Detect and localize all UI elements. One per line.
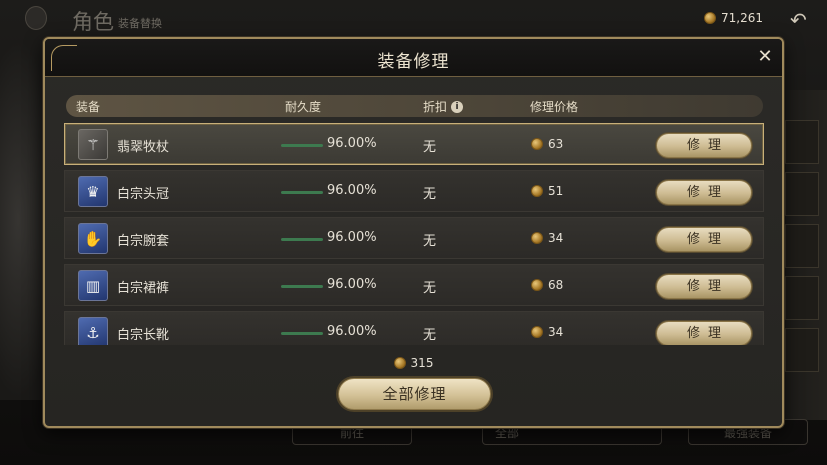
- close-icon[interactable]: ✕: [754, 46, 776, 68]
- equipment-slot: [785, 276, 819, 320]
- boots-icon: ⚓: [78, 317, 108, 345]
- repair-button[interactable]: 修理: [656, 227, 752, 252]
- repair-price: 34: [531, 325, 563, 339]
- discount-value: 无: [423, 187, 437, 202]
- discount-value: 无: [423, 234, 437, 249]
- durability-bar: [281, 332, 323, 335]
- repair-button[interactable]: 修理: [656, 321, 752, 345]
- item-name: 白宗长靴: [117, 328, 170, 343]
- list-item[interactable]: ▥ 白宗裙裤 96.00% 无 68 修理: [64, 264, 764, 306]
- price-value: 34: [548, 325, 564, 339]
- coin-icon: [531, 138, 543, 150]
- list-item[interactable]: ♛ 白宗头冠 96.00% 无 51 修理: [64, 170, 764, 212]
- item-name: 白宗裙裤: [117, 281, 170, 296]
- durability-bar: [281, 238, 323, 241]
- price-value: 68: [548, 278, 564, 292]
- crown-icon: ♛: [78, 176, 108, 207]
- coin-icon: [531, 326, 543, 338]
- page-subtitle: 装备替换: [118, 17, 162, 30]
- equipment-list[interactable]: ⚚ 翡翠牧杖 96.00% 无 63 修理 ♛ 白宗头冠 96.00% 无 51…: [64, 123, 764, 345]
- bracer-icon: ✋: [78, 223, 108, 254]
- equipment-slot: [785, 120, 819, 164]
- item-name: 白宗头冠: [117, 187, 170, 202]
- durability-value: 96.00%: [327, 230, 377, 245]
- repair-price: 68: [531, 278, 563, 292]
- coin-icon: [393, 357, 406, 369]
- price-value: 51: [548, 184, 564, 198]
- coin-icon: [531, 279, 543, 291]
- dialog-title: 装备修理: [377, 52, 450, 72]
- durability-value: 96.00%: [327, 277, 377, 292]
- repair-price: 34: [531, 231, 563, 245]
- durability-bar: [281, 191, 323, 194]
- list-item[interactable]: ✋ 白宗腕套 96.00% 无 34 修理: [64, 217, 764, 259]
- repair-all-button[interactable]: 全部修理: [338, 378, 491, 410]
- repair-button[interactable]: 修理: [656, 274, 752, 299]
- gold-display: 71,261: [704, 11, 763, 25]
- info-icon[interactable]: i: [451, 101, 464, 113]
- col-discount-label: 折扣: [423, 100, 448, 114]
- top-bar: 角色 装备替换 71,261 ↶: [0, 0, 827, 40]
- dialog-header: 装备修理 ✕: [45, 39, 782, 77]
- durability-value: 96.00%: [327, 136, 377, 151]
- pants-icon: ▥: [78, 270, 108, 301]
- price-value: 34: [548, 231, 564, 245]
- repair-price: 51: [531, 184, 563, 198]
- staff-icon: ⚚: [78, 129, 108, 160]
- coin-icon: [531, 185, 543, 197]
- player-avatar[interactable]: [25, 6, 47, 30]
- list-item[interactable]: ⚚ 翡翠牧杖 96.00% 无 63 修理: [64, 123, 764, 165]
- discount-value: 无: [423, 140, 437, 155]
- gold-amount: 71,261: [721, 11, 763, 25]
- repair-dialog: 装备修理 ✕ 装备 耐久度 折扣 i 修理价格 ⚚ 翡翠牧杖 96.00% 无 6…: [43, 37, 784, 428]
- coin-icon: [531, 232, 543, 244]
- discount-value: 无: [423, 328, 437, 343]
- column-header: 装备 耐久度 折扣 i 修理价格: [66, 95, 763, 117]
- back-arrow-icon[interactable]: ↶: [790, 8, 807, 32]
- durability-value: 96.00%: [327, 183, 377, 198]
- durability-bar: [281, 285, 323, 288]
- durability-bar: [281, 144, 323, 147]
- col-equipment: 装备: [76, 100, 101, 114]
- price-value: 63: [548, 137, 564, 151]
- col-durability: 耐久度: [285, 100, 322, 114]
- page-title: 角色: [72, 10, 114, 34]
- repair-price: 63: [531, 137, 563, 151]
- repair-button[interactable]: 修理: [656, 180, 752, 205]
- col-discount: 折扣 i: [423, 98, 464, 115]
- total-value: 315: [410, 356, 434, 370]
- list-item[interactable]: ⚓ 白宗长靴 96.00% 无 34 修理: [64, 311, 764, 345]
- item-name: 白宗腕套: [117, 234, 170, 249]
- discount-value: 无: [423, 281, 437, 296]
- equipment-slot: [785, 172, 819, 216]
- total-cost: 315: [45, 356, 782, 370]
- repair-button[interactable]: 修理: [656, 133, 752, 158]
- bottom-bar: 前往 全部 最强装备: [0, 419, 827, 465]
- durability-value: 96.00%: [327, 324, 377, 339]
- col-price: 修理价格: [530, 100, 579, 114]
- coin-icon: [704, 12, 716, 24]
- equipment-slot: [785, 224, 819, 268]
- equipment-slot: [785, 328, 819, 372]
- item-name: 翡翠牧杖: [117, 140, 170, 155]
